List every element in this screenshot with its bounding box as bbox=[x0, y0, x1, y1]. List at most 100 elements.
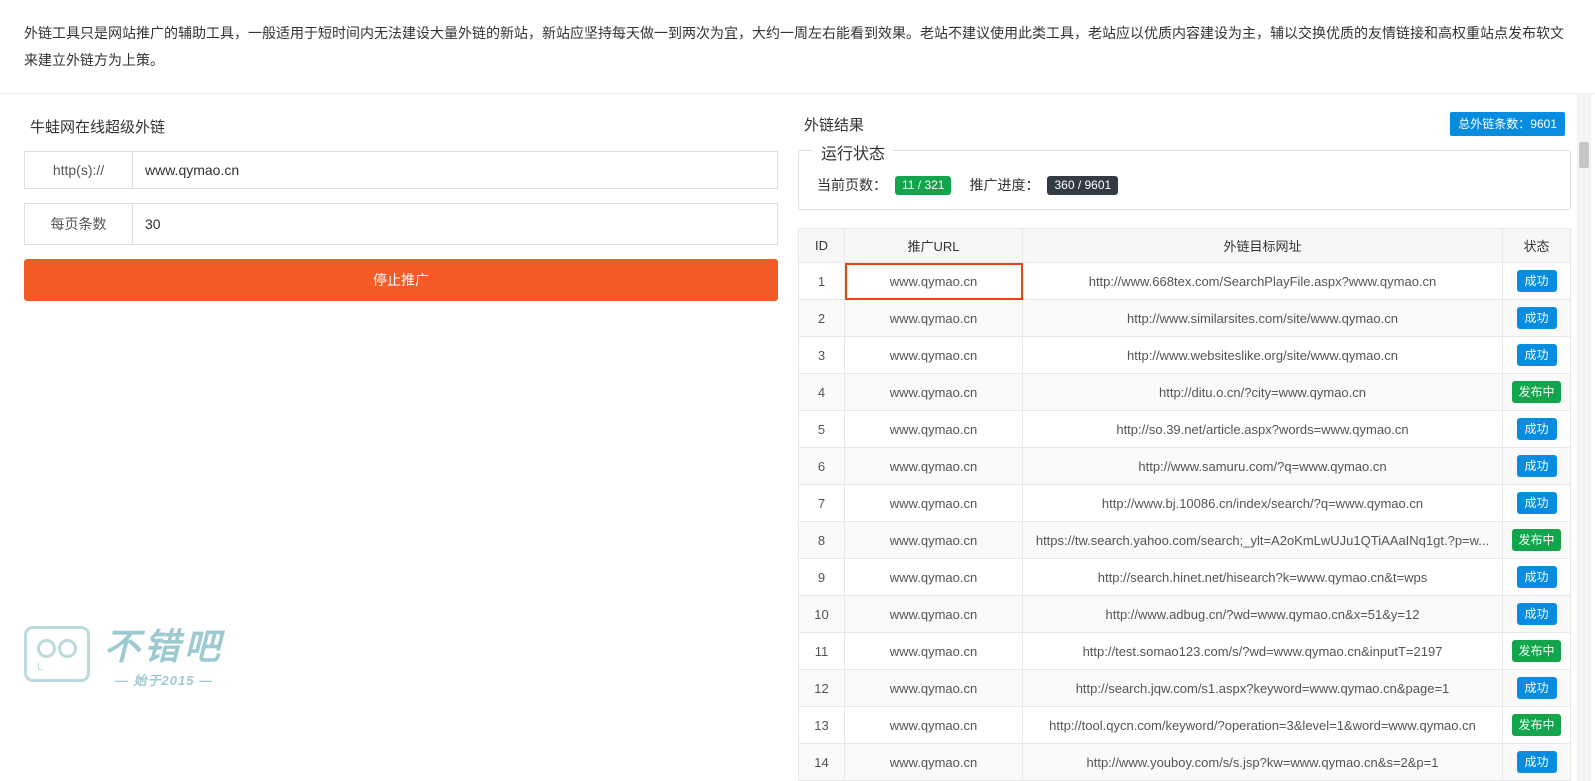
status-badge: 成功 bbox=[1517, 307, 1557, 329]
cell-id: 5 bbox=[799, 411, 845, 448]
cell-url: www.qymao.cn bbox=[845, 411, 1023, 448]
cell-status: 成功 bbox=[1503, 744, 1571, 781]
cell-id: 4 bbox=[799, 374, 845, 411]
usage-note: 外链工具只是网站推广的辅助工具，一般适用于短时间内无法建设大量外链的新站，新站应… bbox=[0, 0, 1595, 94]
stop-button[interactable]: 停止推广 bbox=[24, 259, 778, 301]
cell-status: 成功 bbox=[1503, 670, 1571, 707]
status-legend: 运行状态 bbox=[813, 140, 893, 164]
th-url: 推广URL bbox=[845, 229, 1023, 263]
cell-id: 2 bbox=[799, 300, 845, 337]
perpage-input[interactable] bbox=[132, 203, 778, 245]
cell-target: https://tw.search.yahoo.com/search;_ylt=… bbox=[1023, 522, 1503, 559]
result-panel: 外链结果 总外链条数：9601 运行状态 当前页数： 11 / 321 推广进度… bbox=[782, 94, 1591, 781]
cell-target: http://www.668tex.com/SearchPlayFile.asp… bbox=[1023, 263, 1503, 300]
cell-status: 成功 bbox=[1503, 559, 1571, 596]
table-row: 8www.qymao.cnhttps://tw.search.yahoo.com… bbox=[799, 522, 1571, 559]
cell-target: http://ditu.o.cn/?city=www.qymao.cn bbox=[1023, 374, 1503, 411]
cell-target: http://search.hinet.net/hisearch?k=www.q… bbox=[1023, 559, 1503, 596]
cell-id: 8 bbox=[799, 522, 845, 559]
table-row: 2www.qymao.cnhttp://www.similarsites.com… bbox=[799, 300, 1571, 337]
table-row: 13www.qymao.cnhttp://tool.qycn.com/keywo… bbox=[799, 707, 1571, 744]
cell-status: 成功 bbox=[1503, 300, 1571, 337]
status-badge: 发布中 bbox=[1512, 640, 1560, 662]
url-input[interactable] bbox=[132, 151, 778, 189]
cell-url: www.qymao.cn bbox=[845, 448, 1023, 485]
cell-target: http://www.youboy.com/s/s.jsp?kw=www.qym… bbox=[1023, 744, 1503, 781]
cell-status: 发布中 bbox=[1503, 633, 1571, 670]
th-target: 外链目标网址 bbox=[1023, 229, 1503, 263]
table-row: 11www.qymao.cnhttp://test.somao123.com/s… bbox=[799, 633, 1571, 670]
cell-target: http://so.39.net/article.aspx?words=www.… bbox=[1023, 411, 1503, 448]
table-row: 6www.qymao.cnhttp://www.samuru.com/?q=ww… bbox=[799, 448, 1571, 485]
cell-url: www.qymao.cn bbox=[845, 559, 1023, 596]
url-row: http(s):// bbox=[24, 151, 778, 189]
table-row: 4www.qymao.cnhttp://ditu.o.cn/?city=www.… bbox=[799, 374, 1571, 411]
status-badge: 成功 bbox=[1517, 751, 1557, 773]
cell-url: www.qymao.cn bbox=[845, 633, 1023, 670]
cell-status: 成功 bbox=[1503, 485, 1571, 522]
table-row: 14www.qymao.cnhttp://www.youboy.com/s/s.… bbox=[799, 744, 1571, 781]
table-row: 1www.qymao.cnhttp://www.668tex.com/Searc… bbox=[799, 263, 1571, 300]
cell-url: www.qymao.cn bbox=[845, 337, 1023, 374]
cell-status: 成功 bbox=[1503, 596, 1571, 633]
result-title: 外链结果 bbox=[804, 114, 1450, 135]
page-value-pill: 11 / 321 bbox=[895, 176, 951, 195]
status-badge: 成功 bbox=[1517, 677, 1557, 699]
cell-url: www.qymao.cn bbox=[845, 596, 1023, 633]
cell-target: http://tool.qycn.com/keyword/?operation=… bbox=[1023, 707, 1503, 744]
status-badge: 成功 bbox=[1517, 418, 1557, 440]
page-label: 当前页数： bbox=[817, 175, 887, 195]
cell-status: 发布中 bbox=[1503, 707, 1571, 744]
cell-url: www.qymao.cn bbox=[845, 485, 1023, 522]
results-table: ID 推广URL 外链目标网址 状态 1www.qymao.cnhttp://w… bbox=[798, 228, 1571, 781]
table-row: 3www.qymao.cnhttp://www.websiteslike.org… bbox=[799, 337, 1571, 374]
cell-url: www.qymao.cn bbox=[845, 263, 1023, 300]
total-count-badge: 总外链条数：9601 bbox=[1450, 112, 1565, 136]
perpage-row: 每页条数 bbox=[24, 203, 778, 245]
cell-url: www.qymao.cn bbox=[845, 374, 1023, 411]
status-badge: 成功 bbox=[1517, 344, 1557, 366]
progress-value-pill: 360 / 9601 bbox=[1047, 176, 1118, 195]
protocol-label: http(s):// bbox=[24, 151, 132, 189]
progress-label: 推广进度： bbox=[969, 175, 1039, 195]
cell-url: www.qymao.cn bbox=[845, 744, 1023, 781]
cell-url: www.qymao.cn bbox=[845, 522, 1023, 559]
status-badge: 成功 bbox=[1517, 455, 1557, 477]
cell-target: http://www.samuru.com/?q=www.qymao.cn bbox=[1023, 448, 1503, 485]
status-badge: 发布中 bbox=[1512, 714, 1560, 736]
table-row: 10www.qymao.cnhttp://www.adbug.cn/?wd=ww… bbox=[799, 596, 1571, 633]
scroll-thumb[interactable] bbox=[1579, 142, 1589, 168]
cell-id: 3 bbox=[799, 337, 845, 374]
cell-target: http://www.similarsites.com/site/www.qym… bbox=[1023, 300, 1503, 337]
cell-url: www.qymao.cn bbox=[845, 670, 1023, 707]
cell-target: http://search.jqw.com/s1.aspx?keyword=ww… bbox=[1023, 670, 1503, 707]
cell-target: http://www.bj.10086.cn/index/search/?q=w… bbox=[1023, 485, 1503, 522]
cell-status: 成功 bbox=[1503, 448, 1571, 485]
cell-id: 7 bbox=[799, 485, 845, 522]
cell-id: 12 bbox=[799, 670, 845, 707]
table-row: 5www.qymao.cnhttp://so.39.net/article.as… bbox=[799, 411, 1571, 448]
cell-id: 6 bbox=[799, 448, 845, 485]
status-box: 运行状态 当前页数： 11 / 321 推广进度： 360 / 9601 bbox=[798, 150, 1571, 210]
cell-status: 发布中 bbox=[1503, 522, 1571, 559]
cell-id: 14 bbox=[799, 744, 845, 781]
cell-target: http://test.somao123.com/s/?wd=www.qymao… bbox=[1023, 633, 1503, 670]
cell-url: www.qymao.cn bbox=[845, 300, 1023, 337]
th-status: 状态 bbox=[1503, 229, 1571, 263]
cell-id: 13 bbox=[799, 707, 845, 744]
status-badge: 发布中 bbox=[1512, 529, 1560, 551]
cell-target: http://www.adbug.cn/?wd=www.qymao.cn&x=5… bbox=[1023, 596, 1503, 633]
cell-status: 成功 bbox=[1503, 411, 1571, 448]
perpage-label: 每页条数 bbox=[24, 203, 132, 245]
status-badge: 成功 bbox=[1517, 270, 1557, 292]
status-badge: 成功 bbox=[1517, 492, 1557, 514]
table-row: 7www.qymao.cnhttp://www.bj.10086.cn/inde… bbox=[799, 485, 1571, 522]
vertical-scrollbar[interactable] bbox=[1577, 94, 1591, 781]
cell-id: 9 bbox=[799, 559, 845, 596]
cell-id: 1 bbox=[799, 263, 845, 300]
status-badge: 成功 bbox=[1517, 566, 1557, 588]
cell-status: 发布中 bbox=[1503, 374, 1571, 411]
cell-status: 成功 bbox=[1503, 337, 1571, 374]
table-row: 9www.qymao.cnhttp://search.hinet.net/his… bbox=[799, 559, 1571, 596]
th-id: ID bbox=[799, 229, 845, 263]
